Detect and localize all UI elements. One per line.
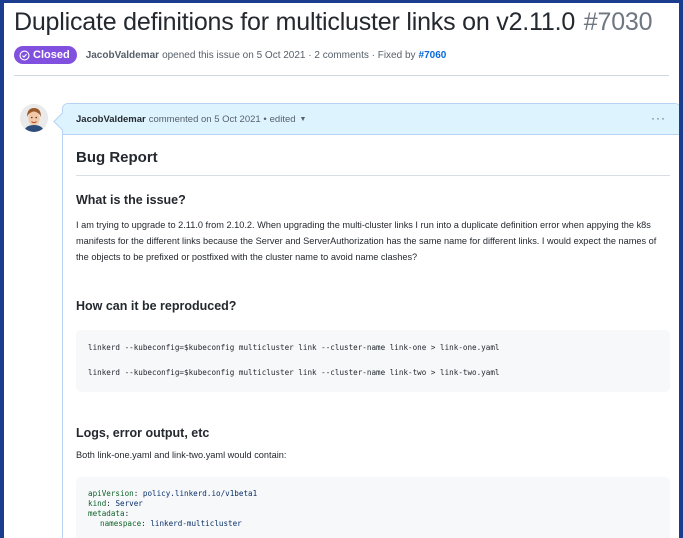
author-avatar[interactable] <box>20 104 48 132</box>
issue-description: I am trying to upgrade to 2.11.0 from 2.… <box>76 220 657 262</box>
state-label: Closed <box>33 49 70 61</box>
section-heading-logs: Logs, error output, etc <box>76 426 210 440</box>
yaml-value: policy.linkerd.io/v1beta1 <box>142 489 258 498</box>
yaml-key: namespace <box>100 519 142 528</box>
issue-opened-text: opened this issue on 5 Oct 2021 · 2 comm… <box>162 49 416 61</box>
code-line: linkerd --kubeconfig=$kubeconfig multicl… <box>88 343 500 352</box>
section-heading-issue: What is the issue? <box>76 193 186 207</box>
reproduce-code-block: linkerd --kubeconfig=$kubeconfig multicl… <box>76 330 670 392</box>
yaml-value: Server <box>115 499 143 508</box>
fixed-by-link[interactable]: #7060 <box>419 50 447 61</box>
yaml-code-block: apiVersion: policy.linkerd.io/v1beta1 ki… <box>76 477 670 538</box>
comment-header: JacobValdemar commented on 5 Oct 2021 • … <box>63 104 679 135</box>
issue-comment: JacobValdemar commented on 5 Oct 2021 • … <box>62 103 679 538</box>
issue-title: Duplicate definitions for multicluster l… <box>14 8 653 37</box>
heading-rule <box>76 175 670 176</box>
edited-label: edited <box>269 113 296 125</box>
avatar-image <box>20 104 48 132</box>
section-heading-reproduce: How can it be reproduced? <box>76 299 237 313</box>
issue-meta: Closed JacobValdemar opened this issue o… <box>14 46 446 64</box>
comment-meta: commented on 5 Oct 2021 • <box>148 113 267 125</box>
caret-down-icon: ▼ <box>299 115 307 123</box>
header-divider <box>14 75 669 76</box>
yaml-line: namespace: linkerd-multicluster <box>100 519 242 528</box>
yaml-line: metadata: <box>88 509 130 518</box>
issue-author-link[interactable]: JacobValdemar <box>86 50 159 61</box>
closed-circle-icon <box>19 49 30 61</box>
code-line: linkerd --kubeconfig=$kubeconfig multicl… <box>88 368 500 377</box>
comment-author-link[interactable]: JacobValdemar <box>76 114 146 125</box>
yaml-key: kind <box>88 499 107 508</box>
closed-state-badge: Closed <box>14 46 77 64</box>
yaml-key: apiVersion <box>88 489 134 498</box>
yaml-line: apiVersion: policy.linkerd.io/v1beta1 <box>88 489 258 498</box>
logs-description: Both link-one.yaml and link-two.yaml wou… <box>76 450 287 460</box>
yaml-key: metadata <box>88 509 125 518</box>
bug-report-heading: Bug Report <box>76 149 158 166</box>
yaml-value: linkerd-multicluster <box>150 519 242 528</box>
edited-dropdown[interactable]: edited ▼ <box>270 114 307 125</box>
issue-page: Duplicate definitions for multicluster l… <box>4 3 679 538</box>
issue-number: #7030 <box>583 8 653 36</box>
yaml-line: kind: Server <box>88 499 143 508</box>
issue-title-text: Duplicate definitions for multicluster l… <box>14 8 576 36</box>
more-options-icon[interactable]: ··· <box>651 112 666 124</box>
